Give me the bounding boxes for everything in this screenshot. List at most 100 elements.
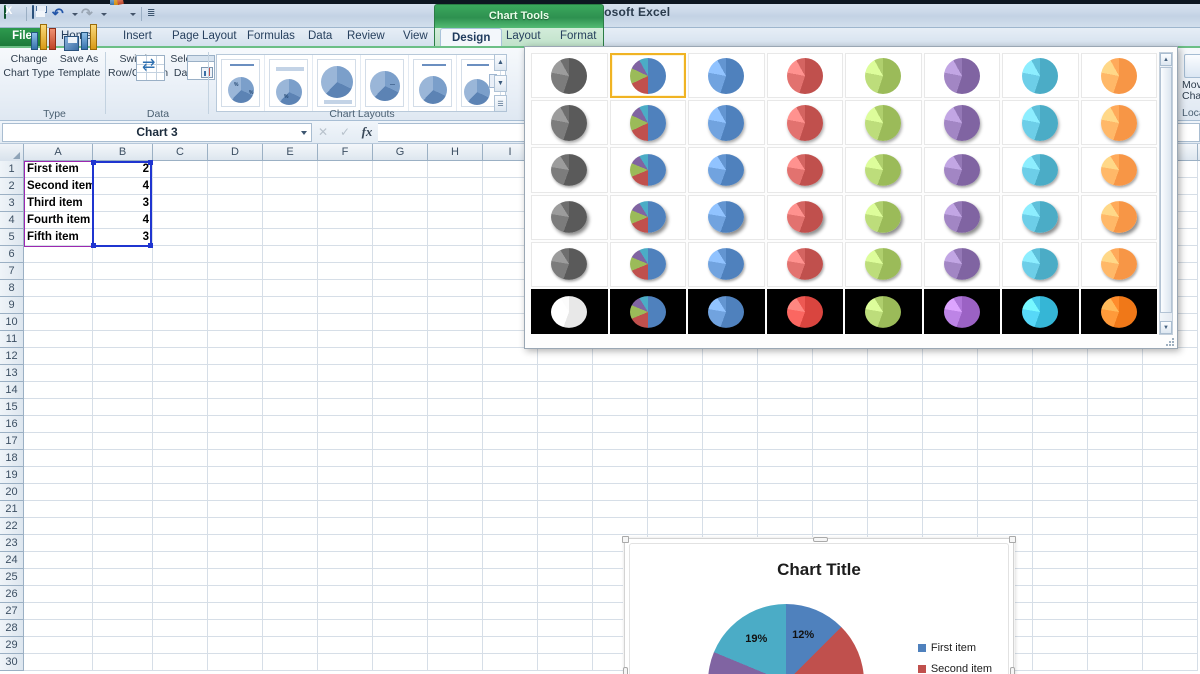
cell-F17[interactable] [318, 433, 373, 450]
formula-cancel-icon[interactable]: ✕ [312, 123, 334, 142]
cell-B3[interactable]: 3 [93, 195, 153, 212]
chart-style-18[interactable] [609, 147, 686, 193]
cell-L18[interactable] [648, 450, 703, 467]
cell-J18[interactable] [538, 450, 593, 467]
chart-style-45[interactable] [845, 288, 922, 335]
cell-T20[interactable] [1088, 484, 1143, 501]
cell-I23[interactable] [483, 535, 538, 552]
cell-J16[interactable] [538, 416, 593, 433]
cell-M14[interactable] [703, 382, 758, 399]
cell-C30[interactable] [153, 654, 208, 671]
cell-T12[interactable] [1088, 348, 1143, 365]
cell-M12[interactable] [703, 348, 758, 365]
pie-chart-plot[interactable]: 12%25%19%25%19% [708, 604, 864, 674]
cell-R21[interactable] [978, 501, 1033, 518]
gallery-scroll-down-icon[interactable]: ▼ [1160, 321, 1172, 334]
cell-F5[interactable] [318, 229, 373, 246]
chart-style-43[interactable] [688, 288, 765, 335]
cell-E25[interactable] [263, 569, 318, 586]
cell-F2[interactable] [318, 178, 373, 195]
cell-E8[interactable] [263, 280, 318, 297]
undo-dropdown-icon[interactable] [72, 12, 78, 16]
cell-P18[interactable] [868, 450, 923, 467]
cell-C23[interactable] [153, 535, 208, 552]
chart-handle-tr[interactable] [1009, 536, 1016, 543]
cell-G28[interactable] [373, 620, 428, 637]
chart-style-16[interactable] [1080, 100, 1157, 146]
cell-D9[interactable] [208, 297, 263, 314]
cell-E30[interactable] [263, 654, 318, 671]
cell-G20[interactable] [373, 484, 428, 501]
select-data-button[interactable]: Select Data [158, 52, 215, 80]
cell-L22[interactable] [648, 518, 703, 535]
cell-D22[interactable] [208, 518, 263, 535]
cell-H4[interactable] [428, 212, 483, 229]
cell-B8[interactable] [93, 280, 153, 297]
chart-style-7[interactable] [1002, 53, 1079, 99]
row-header-18[interactable]: 18 [0, 450, 24, 467]
cell-U20[interactable] [1143, 484, 1198, 501]
row-header-14[interactable]: 14 [0, 382, 24, 399]
cell-B30[interactable] [93, 654, 153, 671]
cell-B27[interactable] [93, 603, 153, 620]
chart-style-23[interactable] [1002, 147, 1079, 193]
cell-D3[interactable] [208, 195, 263, 212]
cell-Q19[interactable] [923, 467, 978, 484]
cell-D29[interactable] [208, 637, 263, 654]
cell-G25[interactable] [373, 569, 428, 586]
row-header-6[interactable]: 6 [0, 246, 24, 263]
cell-N18[interactable] [758, 450, 813, 467]
cell-T22[interactable] [1088, 518, 1143, 535]
tab-page-layout[interactable]: Page Layout [161, 28, 248, 46]
cell-E11[interactable] [263, 331, 318, 348]
cell-I22[interactable] [483, 518, 538, 535]
cell-A13[interactable] [24, 365, 93, 382]
cell-D17[interactable] [208, 433, 263, 450]
cell-C27[interactable] [153, 603, 208, 620]
row-header-28[interactable]: 28 [0, 620, 24, 637]
cell-O22[interactable] [813, 518, 868, 535]
cell-A10[interactable] [24, 314, 93, 331]
cell-B10[interactable] [93, 314, 153, 331]
cell-B16[interactable] [93, 416, 153, 433]
cell-R17[interactable] [978, 433, 1033, 450]
cell-I15[interactable] [483, 399, 538, 416]
cell-D26[interactable] [208, 586, 263, 603]
cell-J28[interactable] [538, 620, 593, 637]
cell-G23[interactable] [373, 535, 428, 552]
row-header-5[interactable]: 5 [0, 229, 24, 246]
cell-I13[interactable] [483, 365, 538, 382]
row-header-8[interactable]: 8 [0, 280, 24, 297]
cell-G8[interactable] [373, 280, 428, 297]
cell-O17[interactable] [813, 433, 868, 450]
save-as-template-button[interactable]: Save As Template [52, 24, 106, 79]
cell-L12[interactable] [648, 348, 703, 365]
cell-Q13[interactable] [923, 365, 978, 382]
cell-A24[interactable] [24, 552, 93, 569]
cell-E24[interactable] [263, 552, 318, 569]
chart-object[interactable]: Chart Title 12%25%19%25%19% First item Se… [622, 536, 1016, 674]
cell-P19[interactable] [868, 467, 923, 484]
cell-H6[interactable] [428, 246, 483, 263]
cell-F27[interactable] [318, 603, 373, 620]
cell-D30[interactable] [208, 654, 263, 671]
cell-F23[interactable] [318, 535, 373, 552]
cell-E10[interactable] [263, 314, 318, 331]
cell-Q20[interactable] [923, 484, 978, 501]
chart-title[interactable]: Chart Title [630, 560, 1008, 580]
cell-S15[interactable] [1033, 399, 1088, 416]
cell-J27[interactable] [538, 603, 593, 620]
cell-H7[interactable] [428, 263, 483, 280]
cell-E9[interactable] [263, 297, 318, 314]
quick-format-dropdown-icon[interactable] [130, 12, 136, 16]
cell-G9[interactable] [373, 297, 428, 314]
cell-D8[interactable] [208, 280, 263, 297]
cell-S23[interactable] [1033, 535, 1088, 552]
cell-R13[interactable] [978, 365, 1033, 382]
cell-O21[interactable] [813, 501, 868, 518]
cell-F18[interactable] [318, 450, 373, 467]
cell-F7[interactable] [318, 263, 373, 280]
cell-A9[interactable] [24, 297, 93, 314]
cell-S26[interactable] [1033, 586, 1088, 603]
chart-style-48[interactable] [1080, 288, 1157, 335]
